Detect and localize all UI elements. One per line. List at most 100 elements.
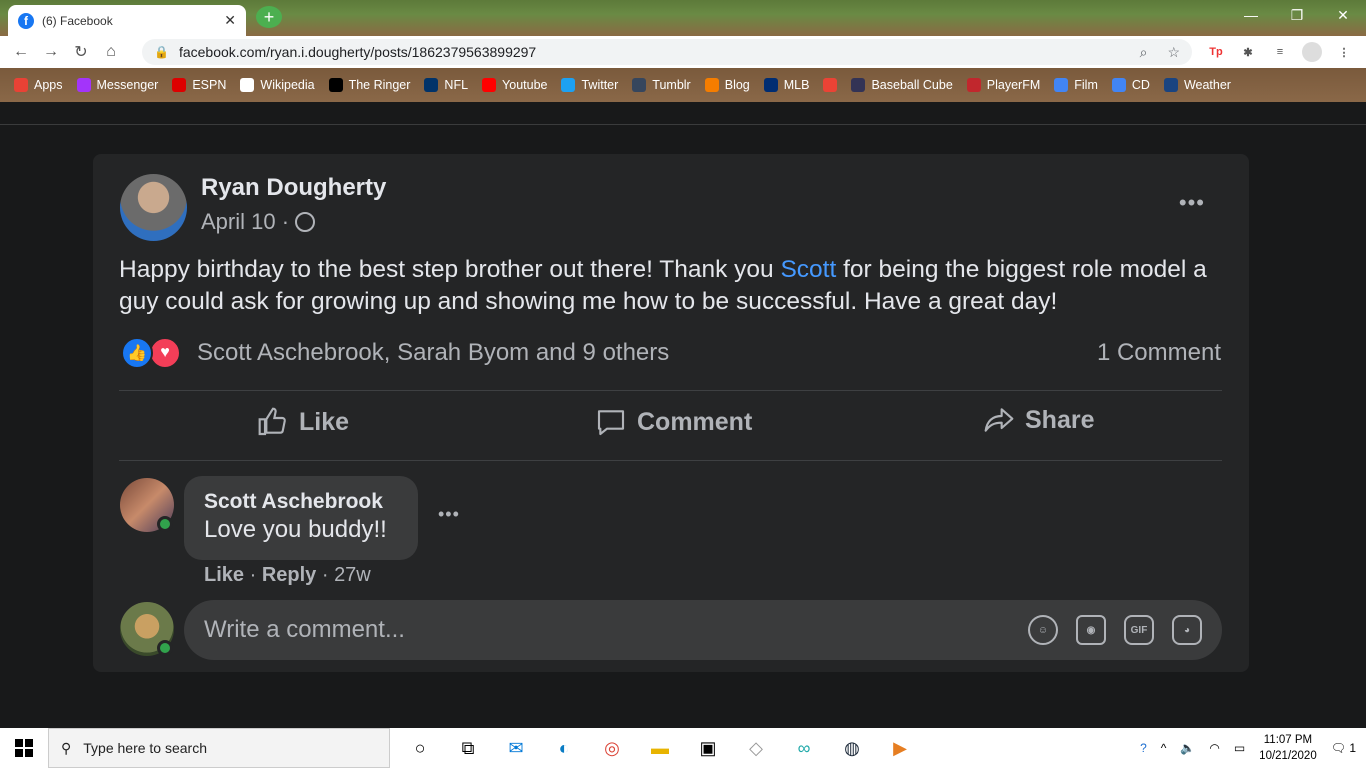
browser-tab[interactable]: f (6) Facebook ✕ (8, 5, 246, 36)
blogger-icon (704, 78, 719, 92)
bookmark-label: ESPN (192, 78, 227, 92)
home-icon[interactable]: ⌂ (96, 43, 126, 61)
clock-date: 10/21/2020 (1259, 750, 1317, 762)
bookmark-nfl[interactable]: NFL (424, 78, 468, 92)
bookmark-label: NFL (444, 78, 469, 92)
bookmark-twitter[interactable]: Twitter (561, 78, 618, 92)
comment-button[interactable]: Comment (595, 406, 752, 438)
search-icon: ⚲ (61, 739, 72, 756)
bookmark-playerfm[interactable]: PlayerFM (966, 78, 1041, 92)
comment-label: Comment (637, 407, 753, 436)
comment-input[interactable]: Write a comment... ☺ ◉ GIF ◕ (184, 600, 1222, 660)
reading-list-icon[interactable]: ≡ (1270, 42, 1290, 62)
post-options-icon[interactable]: ••• (1179, 190, 1205, 216)
address-bar[interactable]: 🔒 facebook.com/ryan.i.dougherty/posts/18… (142, 39, 1192, 65)
comment-like-link[interactable]: Like (204, 564, 244, 586)
bookmark-tumblr[interactable]: Tumblr (632, 78, 691, 92)
edge-icon[interactable]: ◐ (548, 728, 580, 768)
notification-count: 1 (1349, 741, 1356, 755)
taskbar-search-box[interactable]: ⚲ Type here to search (48, 728, 390, 768)
battery-icon[interactable]: ▭ (1234, 741, 1245, 755)
emoji-icon[interactable]: ☺ (1028, 615, 1058, 645)
bookmark-apps[interactable]: Apps (14, 78, 63, 92)
new-tab-button[interactable]: + (256, 6, 282, 28)
windows-start-icon[interactable] (0, 728, 48, 768)
comment-options-icon[interactable]: ••• (438, 504, 460, 525)
close-tab-icon[interactable]: ✕ (224, 12, 236, 29)
facebook-page: Ryan Dougherty April 10 · ••• Happy birt… (0, 102, 1366, 728)
show-hidden-icons-chevron-icon[interactable]: ^ (1161, 741, 1167, 755)
bookmark-gmail[interactable] (823, 78, 838, 92)
comment-reply-link[interactable]: Reply (262, 564, 316, 586)
profile-avatar-icon[interactable] (1302, 42, 1322, 62)
help-icon[interactable]: ? (1140, 741, 1147, 755)
tab-title: (6) Facebook (42, 13, 113, 28)
steam-icon[interactable]: ◍ (836, 728, 868, 768)
forward-icon[interactable]: → (36, 43, 66, 61)
bookmark-star-icon[interactable]: ☆ (1167, 44, 1180, 61)
bookmark-film[interactable]: Film (1054, 78, 1098, 92)
comment-age[interactable]: 27w (334, 564, 371, 586)
infinity-app-icon[interactable]: ∞ (788, 728, 820, 768)
clock-time: 11:07 PM (1263, 734, 1313, 746)
close-window-button[interactable]: ✕ (1320, 0, 1366, 30)
author-avatar[interactable] (120, 174, 187, 241)
bookmark-youtube[interactable]: Youtube (482, 78, 547, 92)
ringer-icon (328, 78, 343, 92)
zoom-icon[interactable]: ⌕ (1140, 44, 1148, 61)
mail-icon[interactable]: ✉ (500, 728, 532, 768)
store-icon[interactable]: ▣ (692, 728, 724, 768)
espn-icon (172, 78, 187, 92)
bookmark-blog[interactable]: Blog (704, 78, 750, 92)
menu-dots-icon[interactable]: ⋮ (1334, 42, 1354, 62)
bookmark-cd[interactable]: CD (1111, 78, 1150, 92)
comment-author[interactable]: Scott Aschebrook (204, 490, 398, 514)
notification-center-icon[interactable]: 🗨 1 (1331, 741, 1356, 755)
system-tray: ? ^ 🔈 ◠ ▭ 11:07 PM 10/21/2020 🗨 1 (1140, 732, 1366, 764)
post-author[interactable]: Ryan Dougherty (201, 174, 386, 202)
bookmark-messenger[interactable]: Messenger (76, 78, 158, 92)
post-date-text[interactable]: April 10 · (201, 209, 289, 235)
reaction-icons[interactable]: 👍 ♥ (121, 337, 181, 369)
divider (119, 460, 1222, 461)
file-explorer-icon[interactable]: ▬ (644, 728, 676, 768)
sticker-icon[interactable]: ◕ (1172, 615, 1202, 645)
extensions-puzzle-icon[interactable]: ✱ (1238, 42, 1258, 62)
minimize-button[interactable]: — (1228, 0, 1274, 30)
share-button[interactable]: Share (983, 404, 1094, 436)
clock[interactable]: 11:07 PM 10/21/2020 (1259, 732, 1317, 764)
bookmark-wikipedia[interactable]: Wikipedia (240, 78, 315, 92)
reactions-summary[interactable]: Scott Aschebrook, Sarah Byom and 9 other… (197, 339, 669, 367)
bookmark-label: Wikipedia (260, 78, 315, 92)
cortana-icon[interactable]: ○ (404, 728, 436, 768)
like-reaction-icon: 👍 (121, 337, 153, 369)
media-player-icon[interactable]: ▶ (884, 728, 916, 768)
task-view-icon[interactable]: ⧉ (452, 728, 484, 768)
bookmark-label: Tumblr (652, 78, 691, 92)
bookmark-weather[interactable]: Weather (1163, 78, 1231, 92)
lock-icon[interactable]: 🔒 (154, 45, 169, 59)
restore-button[interactable]: ❐ (1274, 0, 1320, 30)
volume-icon[interactable]: 🔈 (1180, 741, 1195, 755)
bookmark-mlb[interactable]: MLB (763, 78, 809, 92)
dropbox-icon[interactable]: ◇ (740, 728, 772, 768)
mention-link[interactable]: Scott (780, 256, 836, 283)
extension-icon[interactable]: Tp (1206, 42, 1226, 62)
bookmark-baseball-cube[interactable]: Baseball Cube (851, 78, 953, 92)
post-date: April 10 · (201, 209, 316, 235)
wifi-icon[interactable]: ◠ (1209, 741, 1219, 755)
camera-icon[interactable]: ◉ (1076, 615, 1106, 645)
post-text: Happy birthday to the best step brother … (119, 254, 1229, 318)
bookmark-the-ringer[interactable]: The Ringer (328, 78, 410, 92)
share-label: Share (1025, 405, 1095, 434)
gif-icon[interactable]: GIF (1124, 615, 1154, 645)
comment-count[interactable]: 1 Comment (1097, 339, 1221, 367)
mlb-icon (763, 78, 778, 92)
reload-icon[interactable]: ↻ (66, 42, 96, 62)
bookmark-label: PlayerFM (986, 78, 1041, 92)
bookmark-espn[interactable]: ESPN (172, 78, 226, 92)
share-arrow-icon (984, 408, 1014, 432)
back-icon[interactable]: ← (6, 43, 36, 61)
chrome-icon[interactable]: ◎ (596, 728, 628, 768)
like-button[interactable]: Like (257, 406, 349, 438)
